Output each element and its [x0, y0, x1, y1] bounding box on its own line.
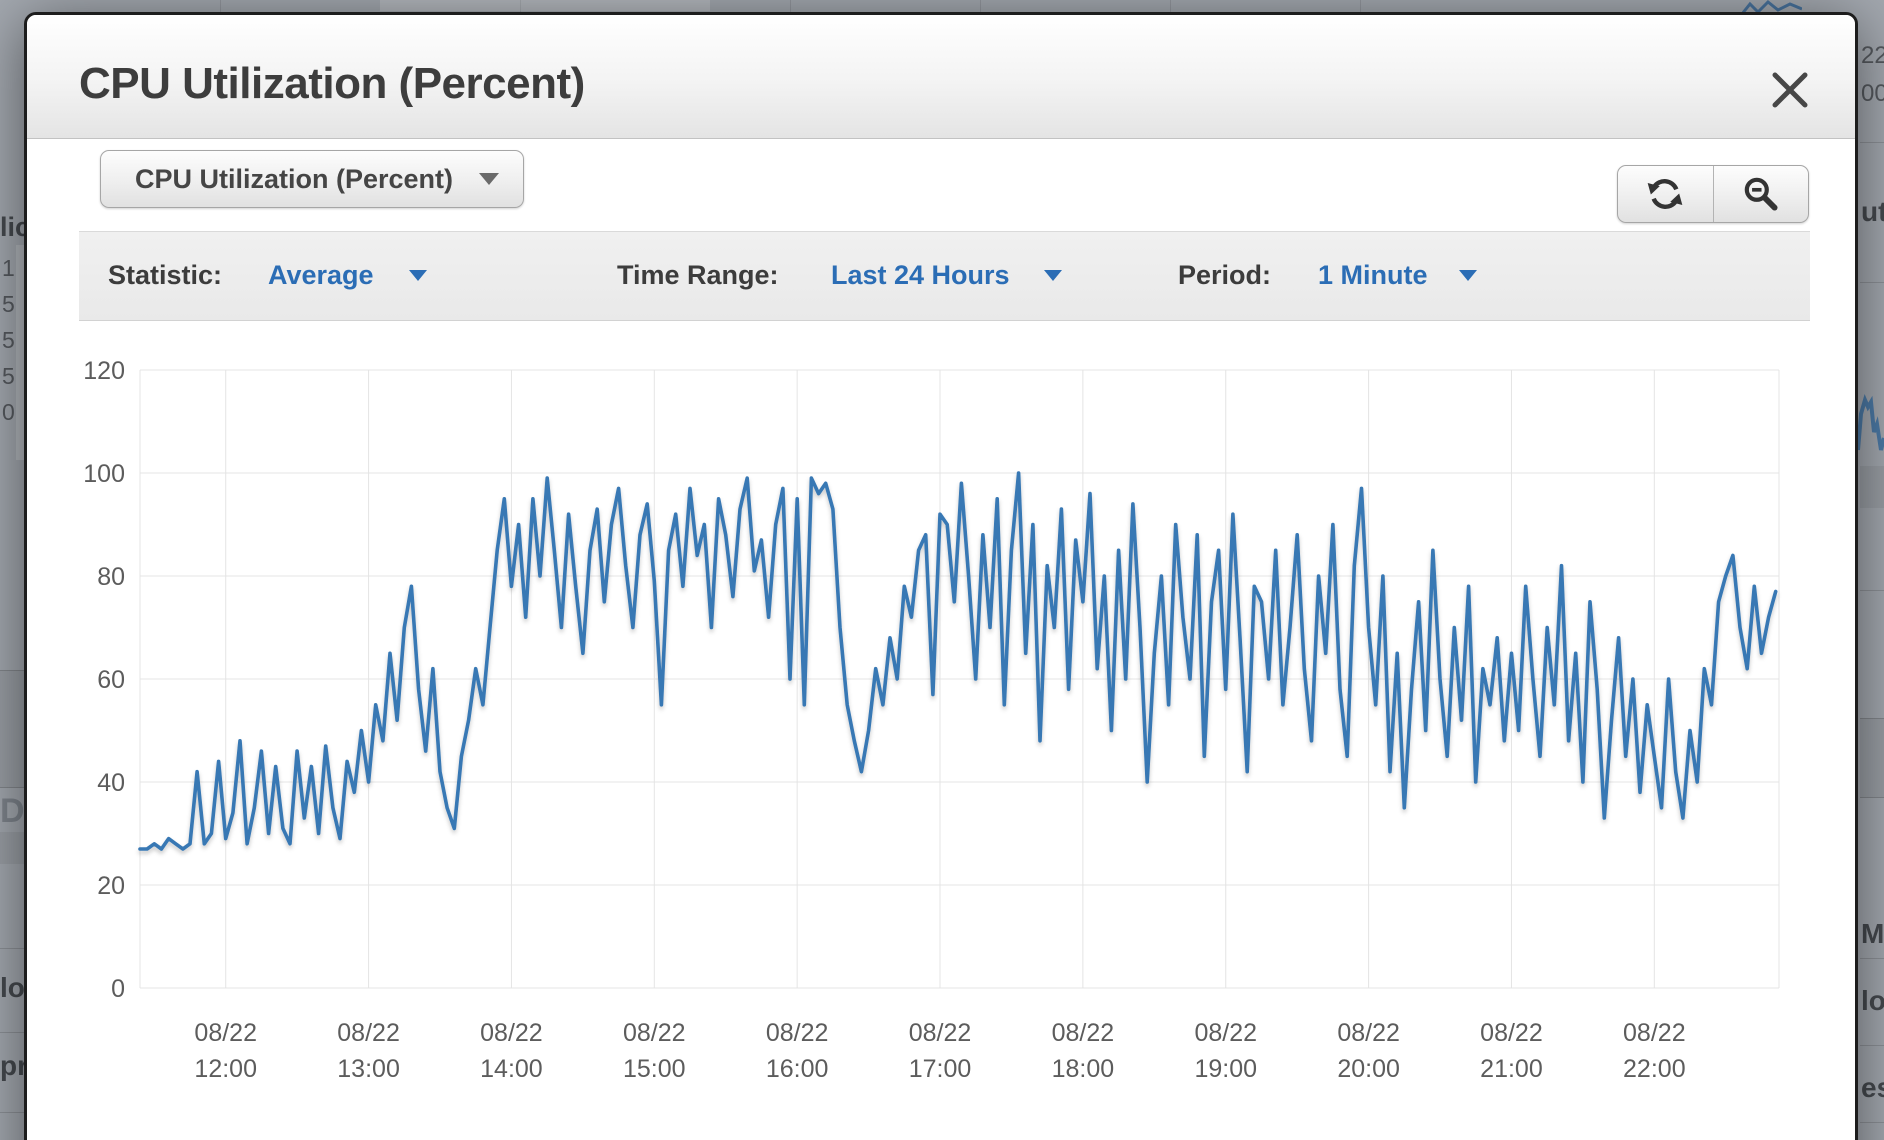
bg-axis-label: 22	[1861, 42, 1884, 69]
metric-selector-value: CPU Utilization (Percent)	[135, 163, 454, 194]
bg-row-divider	[1860, 1045, 1884, 1046]
y-axis-tick-label: 100	[83, 460, 125, 488]
bg-axis-number: 5	[2, 327, 15, 353]
chart-options-toolbar: Statistic: Average Time Range: Last 24 H…	[79, 231, 1810, 321]
bg-row-divider	[1860, 1122, 1884, 1123]
bg-band	[0, 670, 24, 788]
y-axis-tick-label: 80	[97, 563, 125, 591]
x-axis-tick-time: 14:00	[480, 1055, 543, 1083]
time-range-label: Time Range:	[617, 260, 779, 290]
bg-panel	[380, 0, 710, 11]
x-axis-tick-date: 08/22	[766, 1019, 829, 1047]
x-axis-tick-date: 08/22	[194, 1019, 257, 1047]
x-axis-tick-date: 08/22	[480, 1019, 543, 1047]
bg-row-divider	[1860, 282, 1884, 283]
cpu-utilization-line-series	[138, 471, 1778, 851]
bg-axis-label: 00	[1861, 80, 1884, 107]
y-axis-tick-label: 0	[111, 975, 125, 1003]
cpu-utilization-chart: 0 20 40 60 80 100 120 08/22 12:00 08/22 13:00 08/22…	[83, 357, 1780, 1083]
y-axis-tick-label: 20	[97, 872, 125, 900]
statistic-label: Statistic:	[108, 260, 223, 290]
zoom-out-button[interactable]	[1714, 166, 1809, 222]
close-button[interactable]	[1767, 67, 1813, 113]
screen: lic 1 5 5 5 0 DE log pr 22 00 ut Mu lo e…	[0, 0, 1884, 1140]
x-axis-tick-date: 08/22	[1194, 1019, 1257, 1047]
bg-row-divider	[0, 1032, 24, 1033]
bg-axis-number: 1	[2, 255, 15, 281]
x-axis-tick-date: 08/22	[337, 1019, 400, 1047]
bg-text-fragment: es	[1861, 1072, 1884, 1103]
metric-detail-modal: CPU Utilization (Percent) CPU Utilizatio…	[24, 12, 1858, 1140]
modal-title: CPU Utilization (Percent)	[79, 59, 585, 108]
bg-axis-number: 5	[2, 291, 15, 317]
bg-chart-edge	[16, 245, 24, 460]
x-axis-tick-time: 15:00	[623, 1055, 686, 1083]
y-axis-tick-label: 60	[97, 666, 125, 694]
bg-band	[1860, 466, 1884, 508]
bg-axis-number: 5	[2, 363, 15, 389]
x-axis-tick-date: 08/22	[1337, 1019, 1400, 1047]
close-icon	[1772, 72, 1808, 108]
x-axis-tick-time: 12:00	[194, 1055, 257, 1083]
x-axis-tick-date: 08/22	[1052, 1019, 1115, 1047]
refresh-button[interactable]	[1618, 166, 1714, 222]
bg-row-divider	[1860, 142, 1884, 143]
x-axis-tick-time: 13:00	[337, 1055, 400, 1083]
bg-text-fragment: ut	[1861, 196, 1884, 227]
x-axis-tick-date: 08/22	[909, 1019, 972, 1047]
chevron-down-icon	[479, 173, 499, 185]
bg-axis-number: 0	[2, 399, 15, 425]
bg-band	[1860, 718, 1884, 798]
statistic-dropdown[interactable]: Average	[268, 260, 374, 291]
x-axis-tick-time: 21:00	[1480, 1055, 1543, 1083]
bg-row-divider	[0, 1112, 24, 1113]
period-dropdown[interactable]: 1 Minute	[1318, 260, 1428, 291]
period-label: Period:	[1178, 260, 1272, 290]
chevron-down-icon[interactable]	[1459, 270, 1477, 281]
x-axis-tick-time: 16:00	[766, 1055, 829, 1083]
modal-header: CPU Utilization (Percent)	[27, 15, 1855, 139]
x-axis-tick-time: 19:00	[1194, 1055, 1257, 1083]
bg-row-divider	[1860, 590, 1884, 591]
bg-text-fragment: lo	[1861, 985, 1884, 1016]
chevron-down-icon[interactable]	[409, 270, 427, 281]
refresh-icon	[1647, 179, 1683, 209]
x-axis-tick-date: 08/22	[1623, 1019, 1686, 1047]
x-axis-tick-date: 08/22	[1480, 1019, 1543, 1047]
zoom-out-icon	[1744, 177, 1778, 211]
metric-selector-dropdown[interactable]: CPU Utilization (Percent)	[100, 150, 524, 208]
x-axis-tick-date: 08/22	[623, 1019, 686, 1047]
bg-row-divider	[1860, 958, 1884, 959]
bg-sparkline-right	[1858, 394, 1884, 451]
x-axis-tick-time: 17:00	[909, 1055, 972, 1083]
bg-text-fragment: Mu	[1861, 918, 1884, 949]
chart-action-buttons	[1617, 165, 1809, 223]
y-axis-tick-label: 120	[83, 357, 125, 385]
chevron-down-icon[interactable]	[1044, 270, 1062, 281]
bg-band	[0, 832, 24, 864]
time-range-dropdown[interactable]: Last 24 Hours	[831, 260, 1010, 291]
x-axis-tick-time: 22:00	[1623, 1055, 1686, 1083]
bg-row-divider	[0, 948, 24, 949]
x-axis-tick-time: 20:00	[1337, 1055, 1400, 1083]
y-axis-tick-label: 40	[97, 769, 125, 797]
x-axis-tick-time: 18:00	[1052, 1055, 1115, 1083]
